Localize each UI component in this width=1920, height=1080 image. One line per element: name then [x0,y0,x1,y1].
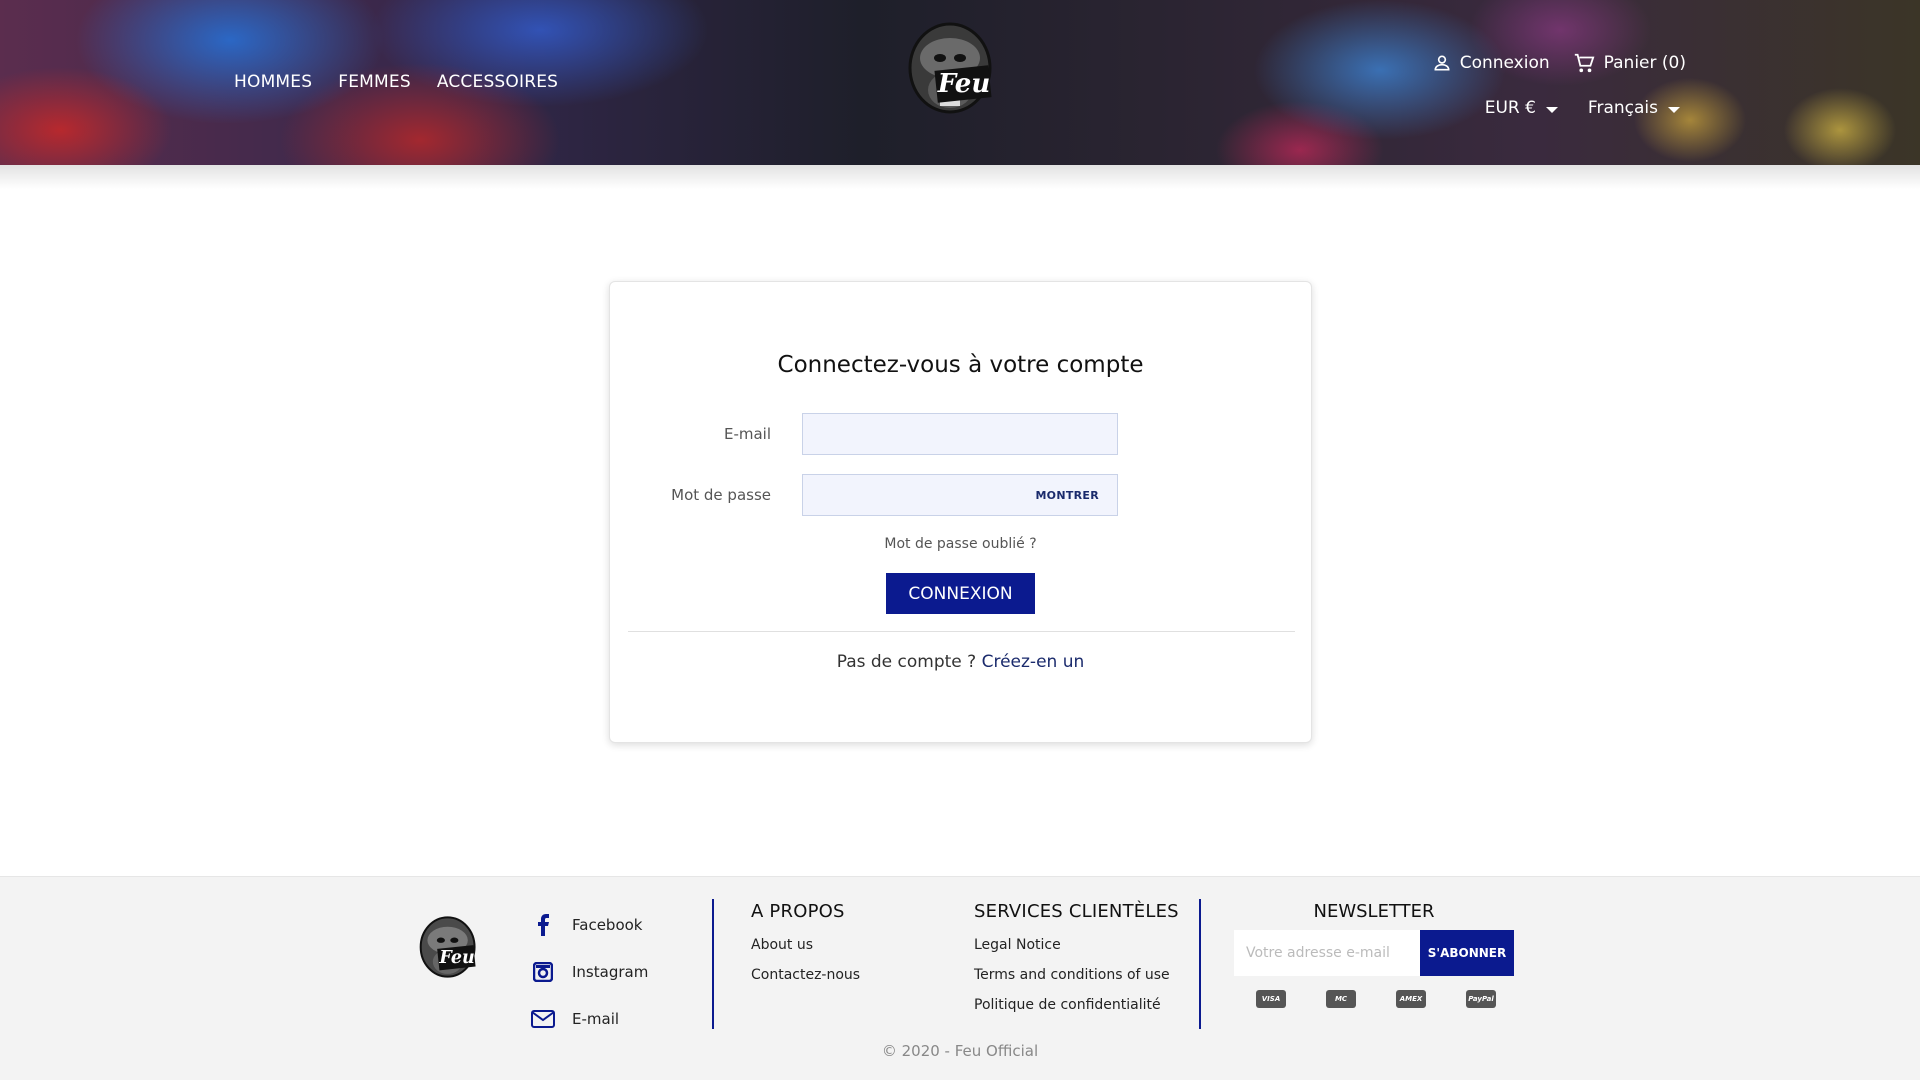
password-field-wrapper: MONTRER [802,474,1118,516]
footer-logo[interactable]: Feu [418,913,488,989]
footer-services: SERVICES CLIENTÈLES Legal Notice Terms a… [974,901,1179,1020]
social-email[interactable]: E-mail [530,995,648,1042]
site-header: HOMMES FEMMES ACCESSOIRES Feu Connexion [0,0,1920,165]
signin-label: Connexion [1459,53,1550,73]
footer-divider [712,899,714,1029]
payment-icons: VISA MC AMEX PayPal [1256,990,1514,1008]
footer-about: A PROPOS About us Contactez-nous [751,901,860,990]
cart-icon [1574,53,1595,73]
social-facebook[interactable]: Facebook [530,901,648,948]
newsletter-form: S'ABONNER [1234,930,1514,976]
cart-link[interactable]: Panier (0) [1572,52,1686,74]
svg-text:Feu: Feu [937,69,990,99]
svg-text:Feu: Feu [438,948,474,968]
language-value: Français [1587,98,1658,118]
newsletter-title: NEWSLETTER [1313,901,1435,922]
nav-item-femmes[interactable]: FEMMES [338,72,411,92]
email-field[interactable] [803,414,1117,454]
user-bar: Connexion Panier (0) [1432,52,1686,74]
cart-label: Panier (0) [1603,53,1686,73]
language-selector[interactable]: Français [1588,98,1680,118]
user-icon [1434,55,1450,71]
social-label: Facebook [572,915,643,934]
card-divider [628,631,1295,632]
envelope-icon [530,1009,556,1028]
social-label: Instagram [572,962,649,981]
copyright: © 2020 - Feu Official [881,1042,1039,1060]
social-links: Facebook Instagram E-mail [530,901,648,1042]
social-label: E-mail [572,1009,620,1028]
login-submit-button[interactable]: CONNEXION [886,573,1035,614]
login-card: Connectez-vous à votre compte E-mail Mot… [609,281,1312,743]
create-account-link[interactable]: Créez-en un [982,652,1085,672]
header-shadow [0,165,1920,189]
caret-down-icon [1545,107,1558,113]
newsletter-email-input[interactable] [1234,930,1420,976]
services-title: SERVICES CLIENTÈLES [974,901,1179,922]
site-logo[interactable]: Feu [906,18,1010,130]
no-account-row: Pas de compte ? Créez-en un [610,652,1311,672]
subscribe-button[interactable]: S'ABONNER [1420,930,1514,976]
footer-link-about-us[interactable]: About us [751,930,860,960]
paypal-icon: PayPal [1466,990,1496,1008]
main-nav: HOMMES FEMMES ACCESSOIRES [234,72,558,92]
visa-icon: VISA [1256,990,1286,1008]
footer-divider [1199,899,1201,1029]
newsletter-block: NEWSLETTER S'ABONNER VISA MC AMEX PayPal [1234,901,1514,1008]
email-field-wrapper [802,413,1118,455]
instagram-icon [530,961,556,982]
footer-link-terms[interactable]: Terms and conditions of use [974,960,1179,990]
password-field[interactable] [803,475,1023,515]
footer-link-privacy[interactable]: Politique de confidentialité [974,990,1179,1020]
password-row: Mot de passe MONTRER [610,474,1311,516]
social-instagram[interactable]: Instagram [530,948,648,995]
nav-item-hommes[interactable]: HOMMES [234,72,312,92]
no-account-text: Pas de compte ? [836,652,977,672]
caret-down-icon [1668,107,1680,113]
facebook-icon [530,913,556,936]
about-title: A PROPOS [751,901,845,922]
footer-link-contact[interactable]: Contactez-nous [751,960,860,990]
currency-selector[interactable]: EUR € [1485,98,1558,118]
site-footer: Feu Facebook Instagram E-mail A PROPOS A… [0,876,1920,1080]
show-password-button[interactable]: MONTRER [1035,489,1099,502]
forgot-password-row: Mot de passe oublié ? [610,536,1311,552]
gorilla-logo-icon: Feu [908,22,992,114]
mastercard-icon: MC [1326,990,1356,1008]
footer-link-legal-notice[interactable]: Legal Notice [974,930,1179,960]
forgot-password-link[interactable]: Mot de passe oublié ? [884,536,1036,552]
signin-link[interactable]: Connexion [1432,53,1550,73]
currency-value: EUR € [1484,98,1536,118]
header-selectors: EUR € Français [1485,98,1680,118]
email-row: E-mail [610,413,1311,455]
gorilla-logo-icon: Feu [419,916,476,978]
password-label: Mot de passe [671,486,771,504]
amex-icon: AMEX [1396,990,1426,1008]
email-label: E-mail [723,425,771,443]
login-title: Connectez-vous à votre compte [777,352,1144,378]
nav-item-accessoires[interactable]: ACCESSOIRES [437,72,558,92]
